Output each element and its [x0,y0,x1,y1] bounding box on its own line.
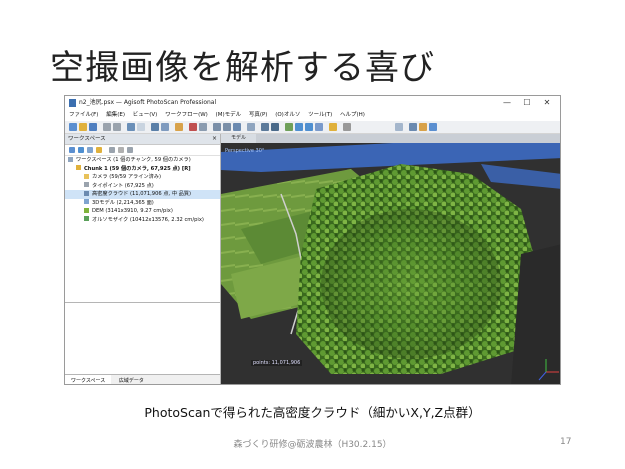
slide-footer: 森づくり研修@砺波農林（H30.2.15） [233,440,392,450]
add-photos-icon[interactable] [78,147,84,153]
zoom-out-icon[interactable] [223,123,231,131]
chunk-icon [76,165,81,170]
point-cloud-icon[interactable] [261,123,269,131]
remove-icon[interactable] [109,147,115,153]
shaded-icon[interactable] [285,123,293,131]
zoom-in-icon[interactable] [213,123,221,131]
tree-item-3d-model[interactable]: 3Dモデル (2,214,365 面) [65,199,220,208]
rotate-icon[interactable] [161,123,169,131]
add-chunk-icon[interactable] [69,147,75,153]
save-icon[interactable] [89,123,97,131]
tie-points-icon [84,182,89,187]
properties-pane [65,302,220,375]
ruler-icon[interactable] [175,123,183,131]
solid-icon[interactable] [295,123,303,131]
rect-select-icon[interactable] [137,123,145,131]
redo-icon[interactable] [113,123,121,131]
slide-caption: PhotoScanで得られた高密度クラウド（細かいX,Y,Z点群） [144,405,481,420]
menu-edit[interactable]: 編集(E) [106,112,125,118]
delete-icon[interactable] [189,123,197,131]
open-icon[interactable] [79,123,87,131]
panel-tabs: ワークスペース 広域データ [65,374,220,384]
workspace-tools [65,145,220,156]
menu-tools[interactable]: ツール(T) [308,112,332,118]
menu-help[interactable]: ヘルプ(H) [340,112,365,118]
tab-workspace[interactable]: ワークスペース [65,375,112,384]
region-icon[interactable] [343,123,351,131]
tree-item-dense-cloud[interactable]: 高密度クラウド (11,071,906 点, 中 品質) [65,190,220,199]
tree-item-cameras[interactable]: カメラ (59/59 アライン済み) [65,173,220,182]
menu-workflow[interactable]: ワークフロー(W) [165,112,208,118]
tab-reference[interactable]: 広域データ [113,375,150,384]
orthomosaic-icon [84,216,89,221]
tree-item-workspace[interactable]: ワークスペース (1 個のチャンク, 59 個のカメラ) [65,156,220,165]
workspace-tree: ワークスペース (1 個のチャンク, 59 個のカメラ) Chunk 1 (59… [65,156,220,224]
crop-icon[interactable] [199,123,207,131]
workspace-icon [68,156,73,162]
dem-icon [84,207,89,213]
navigate-icon[interactable] [151,123,159,131]
camera-view-icon[interactable] [247,123,255,131]
select-icon[interactable] [127,123,135,131]
workspace-title: ワークスペース [68,136,106,142]
dense-cloud-view-icon[interactable] [271,123,279,131]
markers-icon[interactable] [409,123,417,131]
slide-title: 空撮画像を解析する喜び [50,48,435,88]
toolbar [65,121,560,134]
mesh-icon [84,199,89,204]
menu-view[interactable]: ビュー(V) [133,112,158,118]
panel-close-icon[interactable]: × [212,134,217,144]
menu-ortho[interactable]: (O)オルソ [275,112,300,118]
camera-folder-icon [84,173,89,179]
new-icon[interactable] [69,123,77,131]
viewport-tabbar [221,134,560,143]
maximize-button[interactable]: ☐ [518,96,536,110]
points-readout: points: 11,071,906 [251,360,303,366]
tree-item-orthomosaic[interactable]: オルソモザイク (10412x13576, 2.32 cm/pix) [65,216,220,225]
minimize-button[interactable]: — [498,96,516,110]
import-icon[interactable] [96,147,102,153]
title-bar: n2_池尻.psx — Agisoft PhotoScan Profession… [65,96,560,110]
tree-item-dem[interactable]: DEM (3141x3910, 9.27 cm/pix) [65,207,220,216]
tree-item-tie-points[interactable]: タイポイント (67,925 点) [65,182,220,191]
menu-photo[interactable]: 写真(P) [249,112,268,118]
view-options-icon[interactable] [395,123,403,131]
workspace-header: ワークスペース × [65,134,220,145]
refresh-icon[interactable] [127,147,133,153]
model-viewport[interactable]: モデル Perspective 30° points: 11,071,906 [221,134,560,384]
menu-file[interactable]: ファイル(F) [69,112,98,118]
menu-bar: ファイル(F) 編集(E) ビュー(V) ワークフロー(W) (M)モデル 写真… [65,110,560,121]
add-folder-icon[interactable] [87,147,93,153]
dense-cloud-icon [84,190,89,196]
app-icon [69,99,76,107]
menu-model[interactable]: (M)モデル [216,112,242,118]
point-cloud-render [221,139,560,384]
tab-model[interactable]: モデル [221,134,257,143]
textured-icon[interactable] [315,123,323,131]
page-number: 17 [560,437,572,447]
reset-view-icon[interactable] [233,123,241,131]
shapes-icon[interactable] [419,123,427,131]
disable-icon[interactable] [118,147,124,153]
tree-item-chunk[interactable]: Chunk 1 (59 個のカメラ, 67,925 点) [R] [65,165,220,174]
wireframe-icon[interactable] [305,123,313,131]
window-title: n2_池尻.psx — Agisoft PhotoScan Profession… [79,99,217,106]
workspace-panel: ワークスペース × ワークスペース (1 個のチャンク, 59 個のカメラ) C… [65,134,221,384]
close-button[interactable]: ✕ [538,96,556,110]
projection-label: Perspective 30° [225,148,265,154]
cameras-toggle-icon[interactable] [329,123,337,131]
grid-icon[interactable] [429,123,437,131]
undo-icon[interactable] [103,123,111,131]
photoscan-window: n2_池尻.psx — Agisoft PhotoScan Profession… [64,95,561,385]
